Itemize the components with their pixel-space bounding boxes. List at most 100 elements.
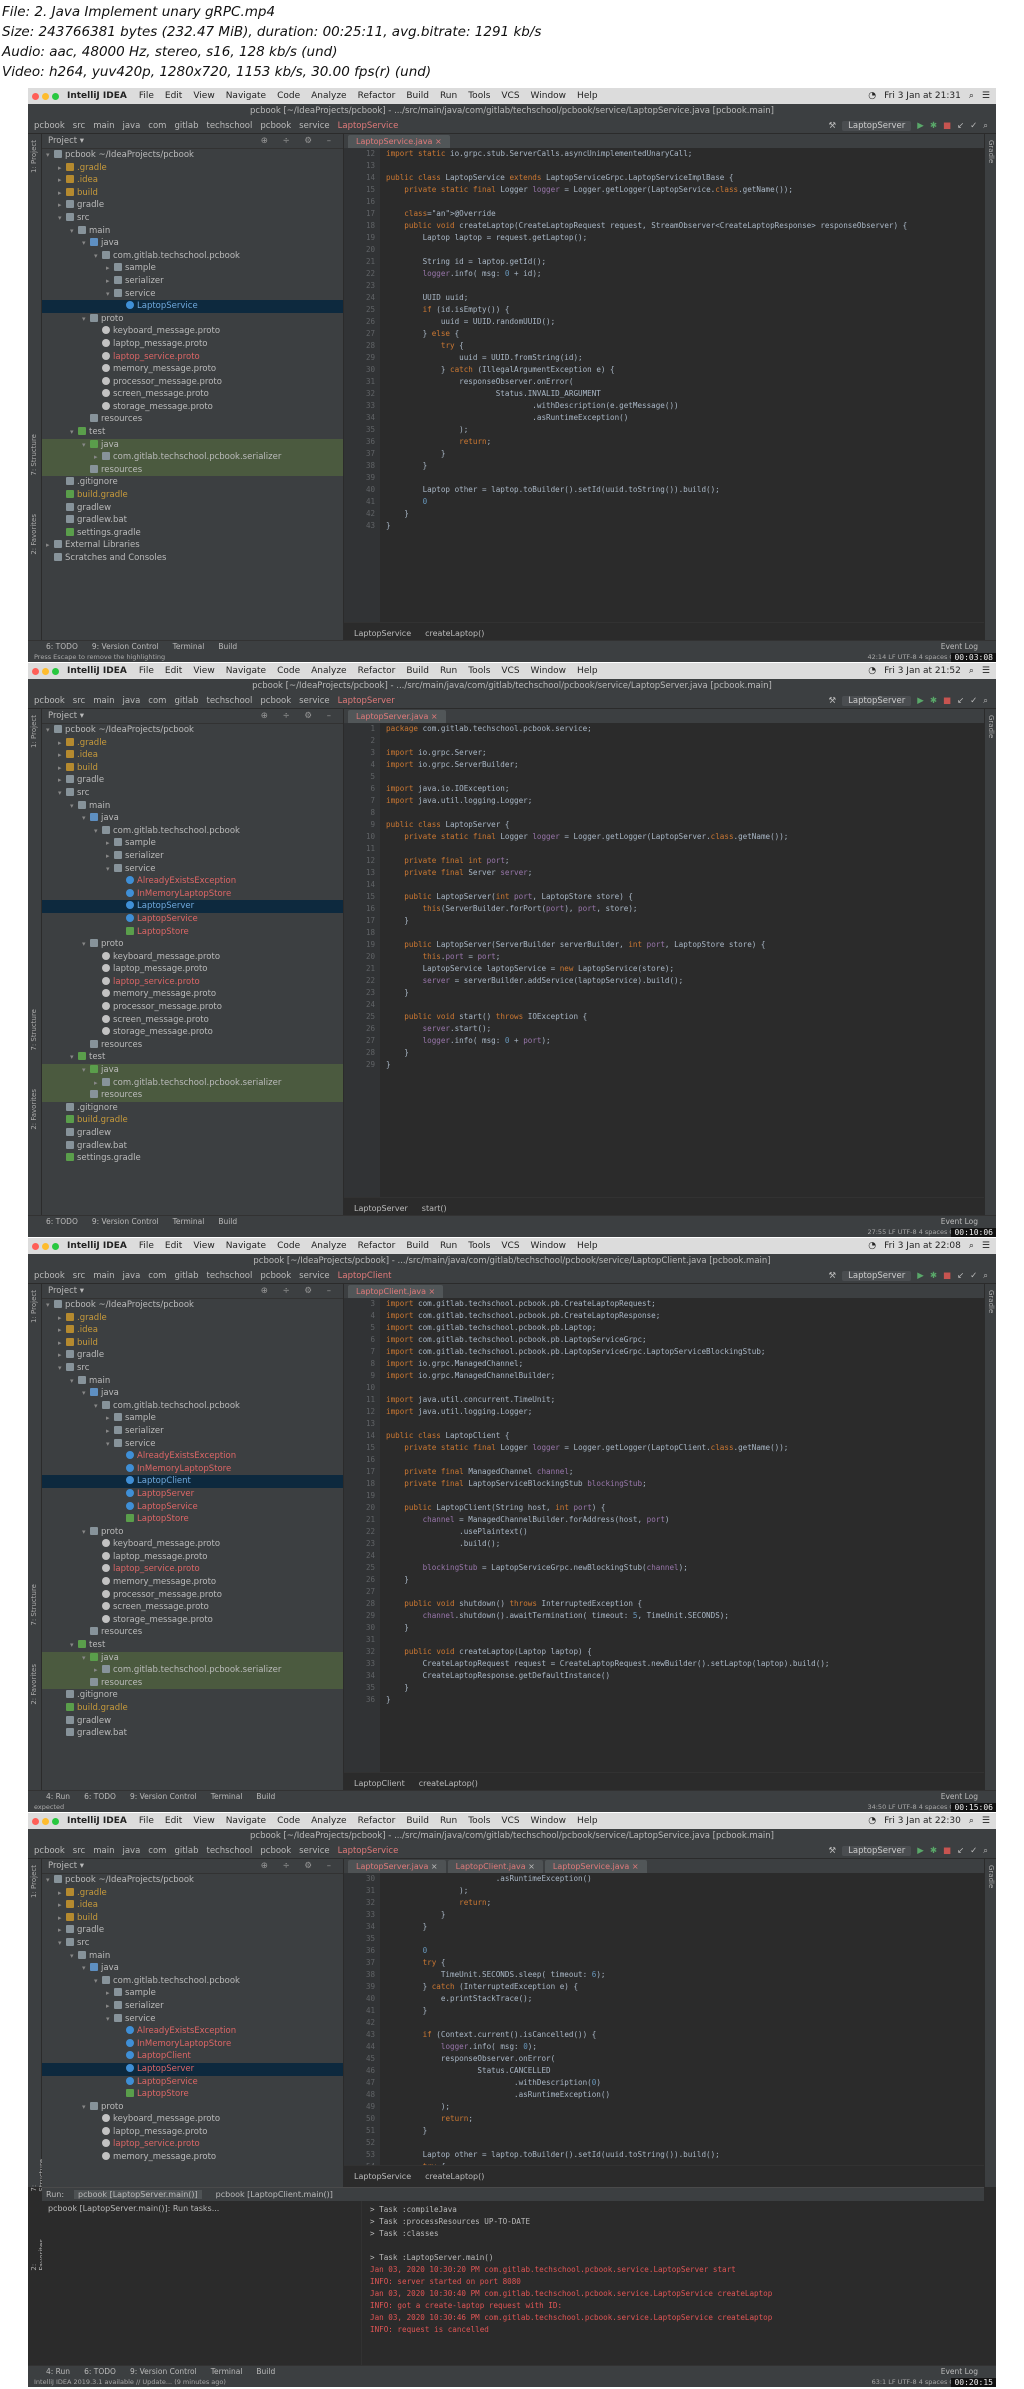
menu-view[interactable]: View	[193, 666, 214, 676]
tree-item[interactable]: ▾ java	[42, 1387, 343, 1400]
tree-item[interactable]: .gitignore	[42, 476, 343, 489]
tree-item[interactable]: ▾ service	[42, 863, 343, 876]
menu-run[interactable]: Run	[440, 1241, 457, 1251]
structure-tool-tab[interactable]: 7: Structure	[30, 1584, 38, 1626]
expand-arrow-icon[interactable]: ▸	[58, 1337, 66, 1350]
editor-tab[interactable]: LaptopServer.java ×	[348, 1860, 446, 1873]
menu-refactor[interactable]: Refactor	[358, 666, 396, 676]
expand-arrow-icon[interactable]: ▸	[106, 1425, 114, 1438]
run-tree-item[interactable]: pcbook [LaptopServer.main()]: Run tasks.…	[48, 2204, 355, 2213]
tree-item[interactable]: ▸ .gradle	[42, 737, 343, 750]
search-everywhere-icon[interactable]: ⌕	[983, 121, 988, 131]
expand-arrow-icon[interactable]: ▾	[82, 1387, 90, 1400]
tree-item[interactable]: ▾ proto	[42, 313, 343, 326]
expand-arrow-icon[interactable]: ▸	[94, 1664, 102, 1677]
menu-build[interactable]: Build	[406, 1241, 429, 1251]
breadcrumb-com[interactable]: com	[148, 696, 166, 706]
expand-arrow-icon[interactable]: ▾	[46, 1299, 54, 1312]
menu-view[interactable]: View	[193, 91, 214, 101]
breadcrumb-pcbook[interactable]: pcbook	[34, 121, 65, 131]
tree-item[interactable]: processor_message.proto	[42, 376, 343, 389]
expand-arrow-icon[interactable]: ▸	[58, 1912, 66, 1925]
tree-item[interactable]: ▸ sample	[42, 1412, 343, 1425]
breadcrumb-service[interactable]: service	[299, 1846, 329, 1856]
menu-run[interactable]: Run	[440, 1816, 457, 1826]
hammer-icon[interactable]: ⚒	[829, 121, 837, 131]
tool-window-button[interactable]: 9: Version Control	[92, 1217, 159, 1226]
breadcrumb-main[interactable]: main	[93, 1846, 114, 1856]
vcs-commit-icon[interactable]: ✓	[970, 121, 977, 131]
tree-item[interactable]: ▾ test	[42, 1639, 343, 1652]
close-icon[interactable]: ×	[428, 1862, 438, 1871]
menu-vcs[interactable]: VCS	[501, 1816, 519, 1826]
breadcrumb-main[interactable]: main	[93, 696, 114, 706]
tree-item[interactable]: ▾ java	[42, 237, 343, 250]
menu-help[interactable]: Help	[577, 1816, 598, 1826]
expand-arrow-icon[interactable]: ▾	[70, 1051, 78, 1064]
expand-arrow-icon[interactable]: ▸	[58, 1324, 66, 1337]
expand-arrow-icon[interactable]: ▾	[58, 212, 66, 225]
expand-arrow-icon[interactable]: ▾	[70, 1375, 78, 1388]
expand-arrow-icon[interactable]: ▾	[82, 1962, 90, 1975]
expand-arrow-icon[interactable]: ▸	[106, 1412, 114, 1425]
run-icon[interactable]: ▶	[917, 696, 924, 706]
tool-window-button[interactable]: 9: Version Control	[92, 642, 159, 651]
tool-window-button[interactable]: Build	[256, 1792, 275, 1801]
tree-item[interactable]: LaptopStore	[42, 926, 343, 939]
tree-item[interactable]: storage_message.proto	[42, 1026, 343, 1039]
tree-item[interactable]: ▾ main	[42, 1375, 343, 1388]
expand-arrow-icon[interactable]: ▾	[46, 149, 54, 162]
debug-icon[interactable]: ✱	[930, 1271, 937, 1281]
tree-item[interactable]: ▸ .idea	[42, 1899, 343, 1912]
tree-item[interactable]: ▾ java	[42, 1064, 343, 1077]
tree-item[interactable]: ▾ com.gitlab.techschool.pcbook	[42, 250, 343, 263]
menu-window[interactable]: Window	[531, 666, 567, 676]
breadcrumb-java[interactable]: java	[122, 121, 140, 131]
tree-item[interactable]: laptop_message.proto	[42, 2126, 343, 2139]
expand-arrow-icon[interactable]: ▾	[46, 1874, 54, 1887]
tree-item[interactable]: gradlew	[42, 1715, 343, 1728]
search-everywhere-icon[interactable]: ⌕	[983, 1271, 988, 1281]
minimize-icon[interactable]	[42, 667, 49, 675]
menu-refactor[interactable]: Refactor	[358, 91, 396, 101]
breadcrumb-main[interactable]: main	[93, 1271, 114, 1281]
tree-item[interactable]: ▸ sample	[42, 1987, 343, 2000]
expand-arrow-icon[interactable]: ▾	[82, 1526, 90, 1539]
breadcrumb-laptopclient[interactable]: LaptopClient	[338, 1271, 392, 1281]
expand-arrow-icon[interactable]: ▾	[94, 250, 102, 263]
tree-item[interactable]: processor_message.proto	[42, 1589, 343, 1602]
menu-code[interactable]: Code	[277, 1816, 300, 1826]
expand-arrow-icon[interactable]: ▸	[106, 275, 114, 288]
tree-item[interactable]: ▾ main	[42, 800, 343, 813]
expand-arrow-icon[interactable]: ▸	[58, 1899, 66, 1912]
debug-icon[interactable]: ✱	[930, 1846, 937, 1856]
project-tool-tab[interactable]: 1: Project	[30, 1865, 38, 1898]
tree-item[interactable]: ▸ gradle	[42, 1349, 343, 1362]
menu-vcs[interactable]: VCS	[501, 1241, 519, 1251]
close-icon[interactable]	[32, 92, 39, 100]
tree-item[interactable]: ▸ sample	[42, 837, 343, 850]
expand-arrow-icon[interactable]: ▸	[94, 451, 102, 464]
vcs-update-icon[interactable]: ↙	[957, 696, 964, 706]
project-panel-actions[interactable]: ⊕ ÷ ⚙ –	[261, 136, 337, 146]
tree-item[interactable]: ▸ serializer	[42, 850, 343, 863]
expand-arrow-icon[interactable]: ▸	[58, 737, 66, 750]
run-tab[interactable]: pcbook [LaptopServer.main()]	[74, 2190, 202, 2199]
tree-item[interactable]: ▾ main	[42, 225, 343, 238]
menu-run[interactable]: Run	[440, 91, 457, 101]
expand-arrow-icon[interactable]: ▸	[46, 539, 54, 552]
menu-edit[interactable]: Edit	[165, 1241, 182, 1251]
close-icon[interactable]: ×	[426, 1287, 436, 1296]
editor-tab[interactable]: LaptopServer.java ×	[348, 710, 446, 723]
tree-item[interactable]: ▸ build	[42, 1337, 343, 1350]
stop-icon[interactable]: ■	[943, 1271, 951, 1281]
expand-arrow-icon[interactable]: ▸	[58, 199, 66, 212]
debug-icon[interactable]: ✱	[930, 696, 937, 706]
tree-item[interactable]: gradlew	[42, 502, 343, 515]
breadcrumb-pcbook[interactable]: pcbook	[260, 696, 291, 706]
tree-item[interactable]: memory_message.proto	[42, 1576, 343, 1589]
editor-tab[interactable]: LaptopClient.java ×	[348, 1285, 444, 1298]
tree-item[interactable]: screen_message.proto	[42, 1014, 343, 1027]
tree-item[interactable]: LaptopService	[42, 1501, 343, 1514]
app-name[interactable]: IntelliJ IDEA	[67, 1241, 127, 1251]
